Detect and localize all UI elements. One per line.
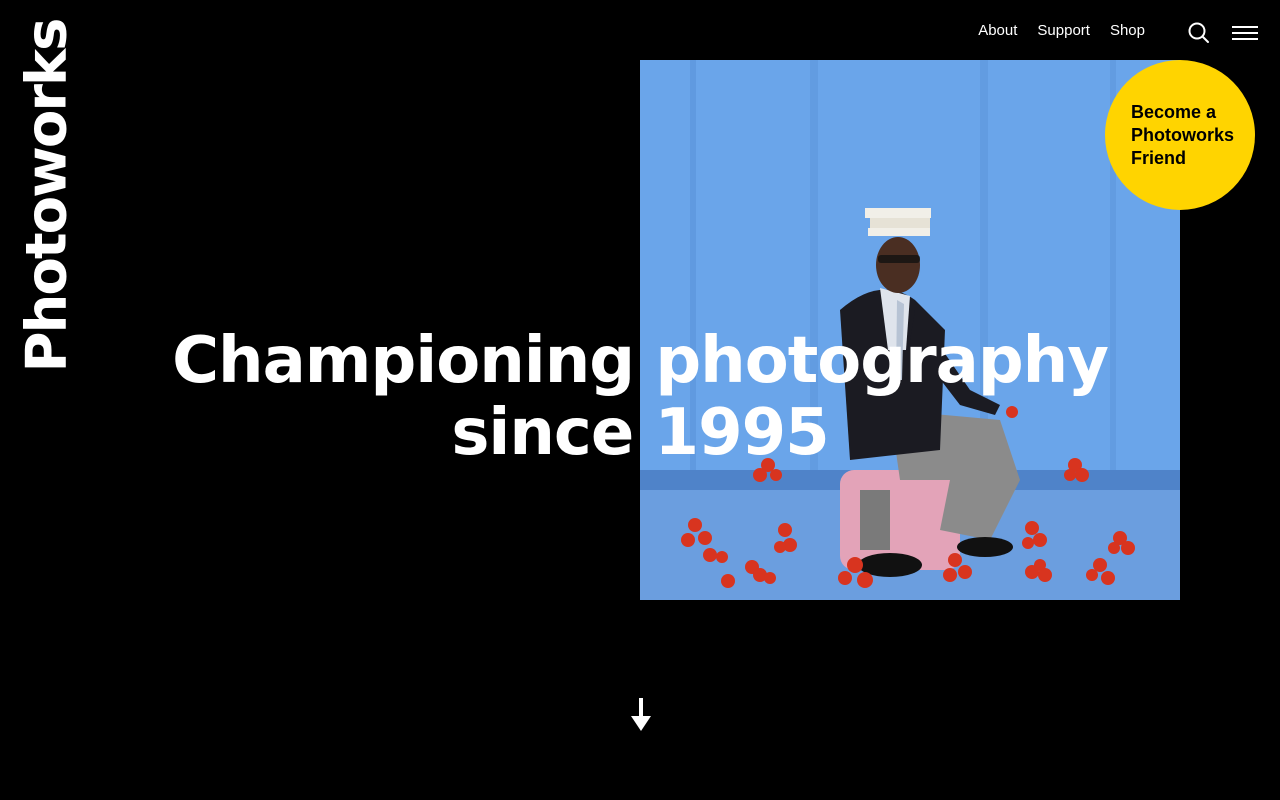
- search-button[interactable]: [1187, 21, 1211, 45]
- menu-button[interactable]: [1231, 22, 1259, 44]
- nav-link-support[interactable]: Support: [1037, 22, 1090, 39]
- nav-link-about[interactable]: About: [978, 22, 1017, 39]
- hero-headline: Championing photography since 1995: [140, 325, 1140, 469]
- badge-text: Become a Photoworks Friend: [1131, 101, 1235, 168]
- headline-line-2: since 1995: [451, 396, 829, 470]
- search-icon: [1188, 22, 1209, 43]
- top-navigation: About Support Shop: [978, 22, 1145, 39]
- arrow-down-icon: [631, 698, 651, 731]
- scroll-down-button[interactable]: [630, 698, 652, 732]
- become-a-friend-badge[interactable]: Become a Photoworks Friend: [1105, 60, 1255, 210]
- headline-line-1: Championing photography: [172, 324, 1109, 398]
- logo-text: Photoworks: [15, 19, 80, 373]
- photoworks-logo[interactable]: Photoworks: [15, 19, 80, 372]
- nav-link-shop[interactable]: Shop: [1110, 22, 1145, 39]
- hamburger-menu-icon: [1232, 26, 1258, 40]
